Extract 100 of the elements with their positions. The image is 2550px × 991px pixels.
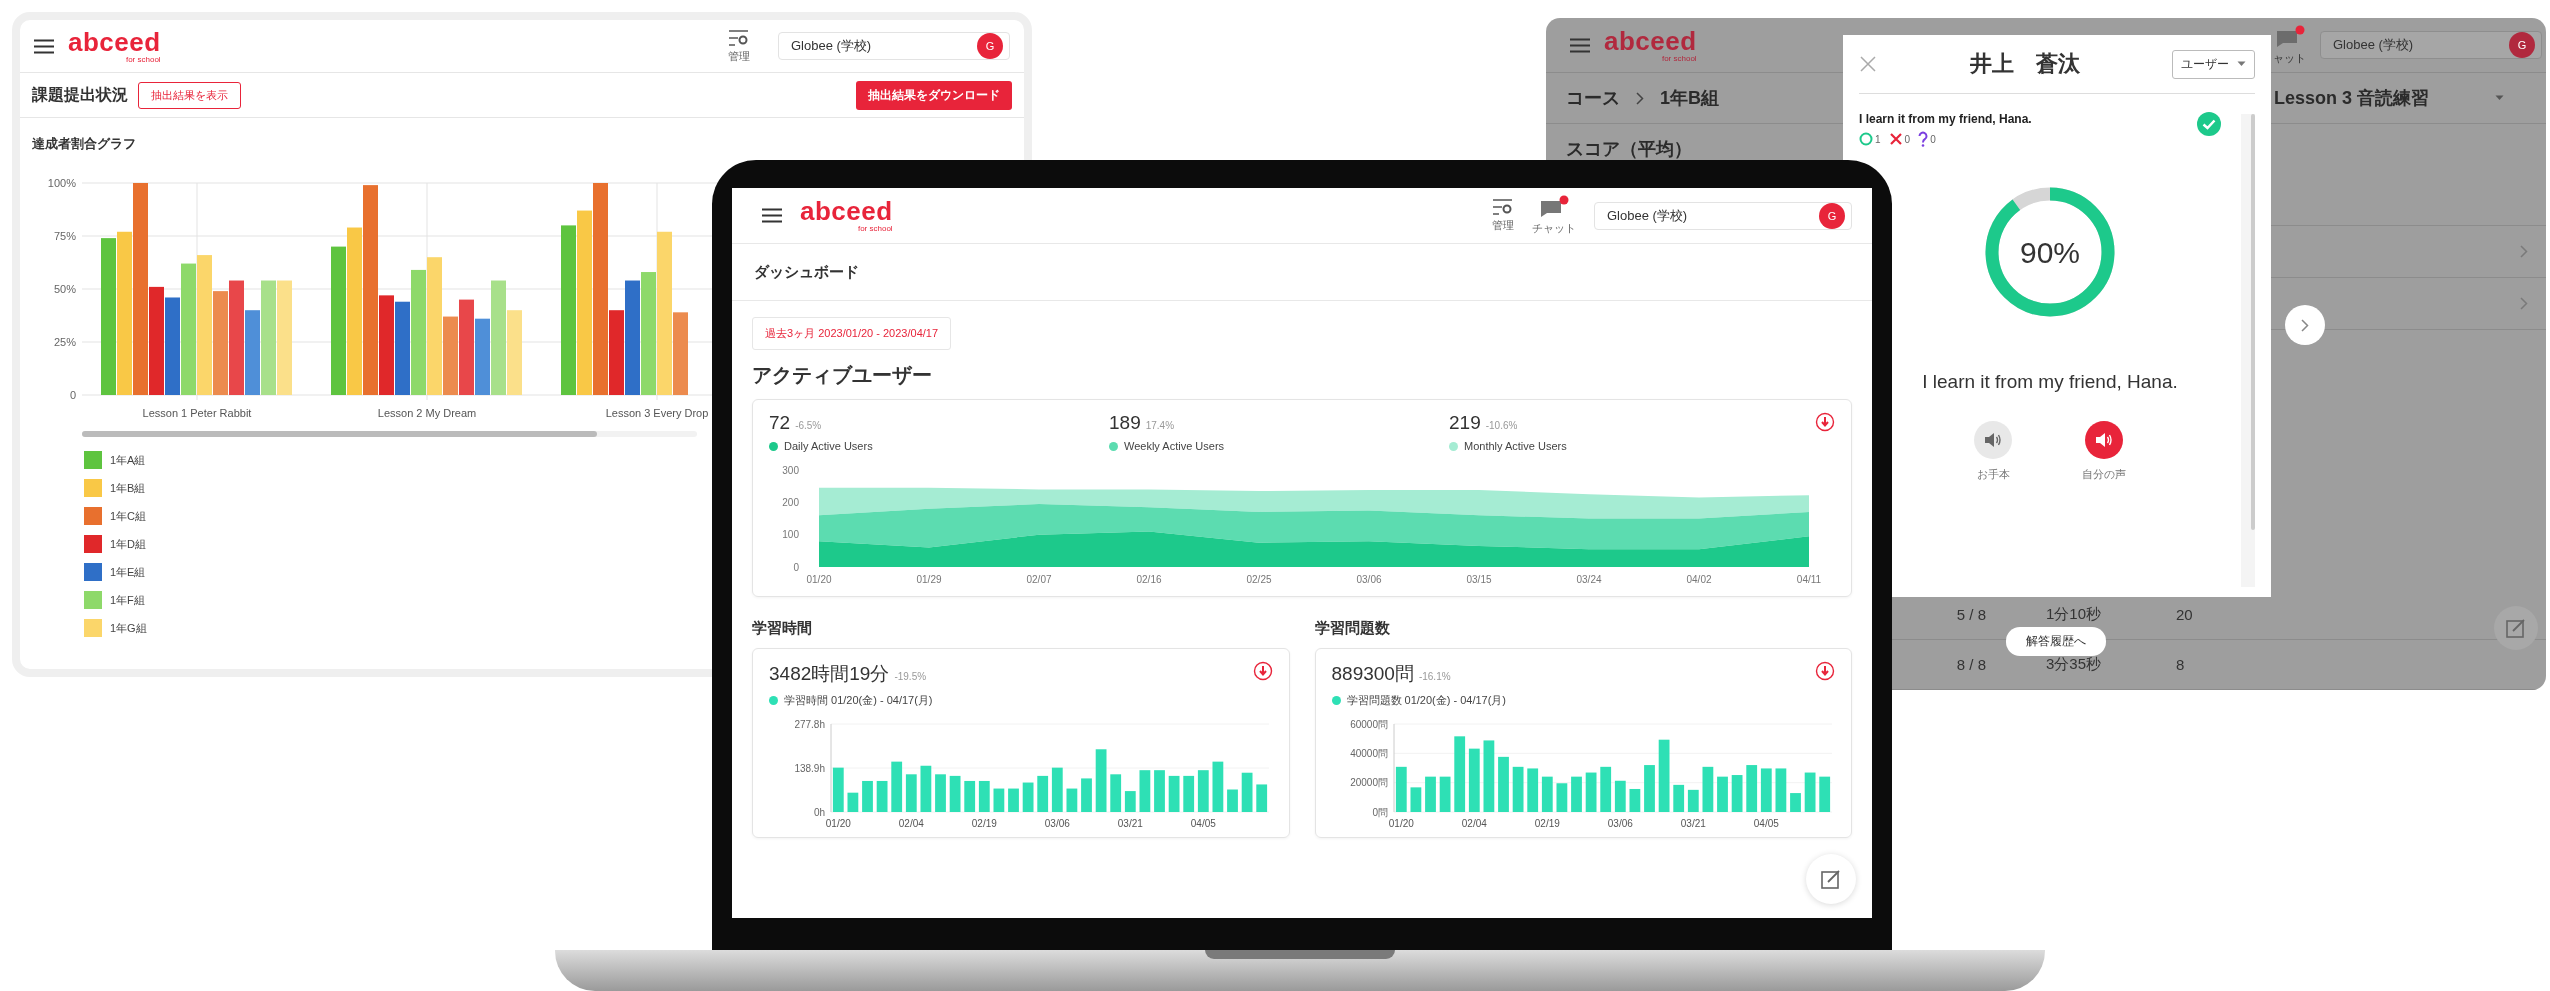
download-icon[interactable] [1815,412,1835,432]
count-value: 0 [1904,133,1911,145]
axis-label: 300 [782,464,799,476]
category-label: Lesson 3 Every Drop [605,407,709,419]
logo-text[interactable]: abceed [800,198,893,224]
school-field[interactable]: Globee (学校) G [2320,31,2542,59]
chart-bar [1497,756,1509,812]
section-title: 学習問題数 [1314,619,1390,638]
axis-label: 01/29 [916,574,942,585]
date-range-chip[interactable]: 過去3ヶ月 2023/01/20 - 2023/04/17 [752,317,952,350]
breadcrumb-current: 1年B組 [1660,87,1719,110]
chart-bar [1227,789,1238,812]
chart-bar [1570,776,1582,812]
count-value: 1 [1875,133,1881,145]
category-label: Lesson 2 My Dream [377,407,477,419]
role-select[interactable]: ユーザー [2172,49,2255,79]
download-button[interactable]: 抽出結果をダウンロード [856,80,1012,110]
legend-label: 1年C組 [110,508,147,524]
settings-icon[interactable] [1492,198,1514,216]
axis-label: 02/16 [1136,574,1162,585]
menu-icon[interactable] [34,38,54,54]
school-field[interactable]: Globee (学校) G [778,32,1010,60]
audio-button[interactable] [2085,421,2123,459]
school-field[interactable]: Globee (学校) G [1594,201,1852,230]
chart-bar [891,761,903,812]
download-icon[interactable] [1252,661,1273,681]
chart-bar [1483,740,1494,812]
edit-icon [2505,617,2527,639]
category-label: 03/06 [1044,818,1070,829]
lesson-select[interactable]: Lesson 3 音読練習 [2274,86,2526,110]
chart-bar [1095,749,1107,812]
axis-label: 0問 [1371,806,1388,818]
category-label: Lesson 1 Peter Rabbit [142,407,252,419]
stat-value: 3482時間19分 [769,663,890,684]
breadcrumb-link[interactable]: コース [1566,86,1620,110]
chat-icon[interactable] [1539,195,1569,219]
logo-text[interactable]: abceed [68,28,161,55]
chevron-right-icon [2301,318,2309,332]
caret-icon [2495,95,2504,101]
chart-bar [1424,776,1436,812]
chart-bar [1643,765,1655,812]
axis-label: 03/06 [1356,574,1382,585]
axis-label: 277.8h [794,718,825,730]
chart-bar [1818,776,1830,812]
category-label: 03/21 [1680,818,1706,829]
axis-label: 100% [47,176,76,189]
scrollbar[interactable] [2241,114,2255,587]
edit-button[interactable] [1806,854,1856,904]
chart-bar [1731,775,1742,812]
next-button[interactable] [2285,305,2325,345]
scrollbar[interactable] [82,431,697,437]
chart-bar [876,780,888,812]
show-results-button[interactable]: 抽出結果を表示 [138,81,241,109]
stat-change: -19.5% [894,671,927,682]
sentence-text: I learn it from my friend, Hana. [1859,112,2032,126]
category-label: 04/05 [1753,818,1779,829]
chart-bar [964,780,976,812]
menu-icon[interactable] [762,208,782,223]
stat-value: 219 [1449,412,1481,433]
axis-label: 200 [782,496,799,508]
chart-bar [1585,772,1596,812]
axis-label: 03/24 [1576,574,1602,585]
download-icon[interactable] [1815,661,1835,681]
admin-label: 管理 [728,48,750,64]
page-title: ダッシュボード [754,262,859,282]
avatar[interactable]: G [1819,202,1845,229]
page-title: 課題提出状況 [32,84,128,105]
audio-button[interactable] [1974,421,2012,459]
avatar[interactable]: G [2509,32,2535,58]
logo-subtitle: for school [857,225,893,233]
chart-bar [1066,788,1078,812]
audio-label: お手本 [1976,467,2010,482]
category-label: 02/19 [1534,818,1560,829]
legend-label: 1年B組 [110,480,146,496]
category-label: 02/19 [971,818,997,829]
chart-bar [1037,775,1049,812]
avatar[interactable]: G [977,33,1003,59]
settings-icon[interactable] [728,28,750,47]
close-icon[interactable] [1859,55,1877,73]
table-cell-text: 20 [2176,606,2194,623]
chart-bar [1468,748,1480,812]
chart-bar [1395,766,1407,812]
axis-label: 138.9h [794,762,825,774]
axis-label: 40000問 [1349,747,1388,759]
axis-label: 02/07 [1026,574,1052,585]
chart-bar [1541,776,1553,812]
chart-bar [1556,783,1567,812]
chart-bar [1775,768,1786,812]
chart-bar [862,780,873,812]
chart-bar [847,792,859,812]
edit-icon [1820,868,1842,890]
axis-label: 02/25 [1246,574,1272,585]
legend-label: 1年D組 [110,536,147,552]
caret-icon [2237,61,2246,67]
chart-bar [1760,768,1772,812]
question-icon [1918,131,1929,147]
axis-label: 04/02 [1686,574,1712,585]
chart-bar [993,788,1005,812]
history-button[interactable]: 解答履歴へ [2006,627,2106,656]
chart-bar [1599,766,1611,812]
